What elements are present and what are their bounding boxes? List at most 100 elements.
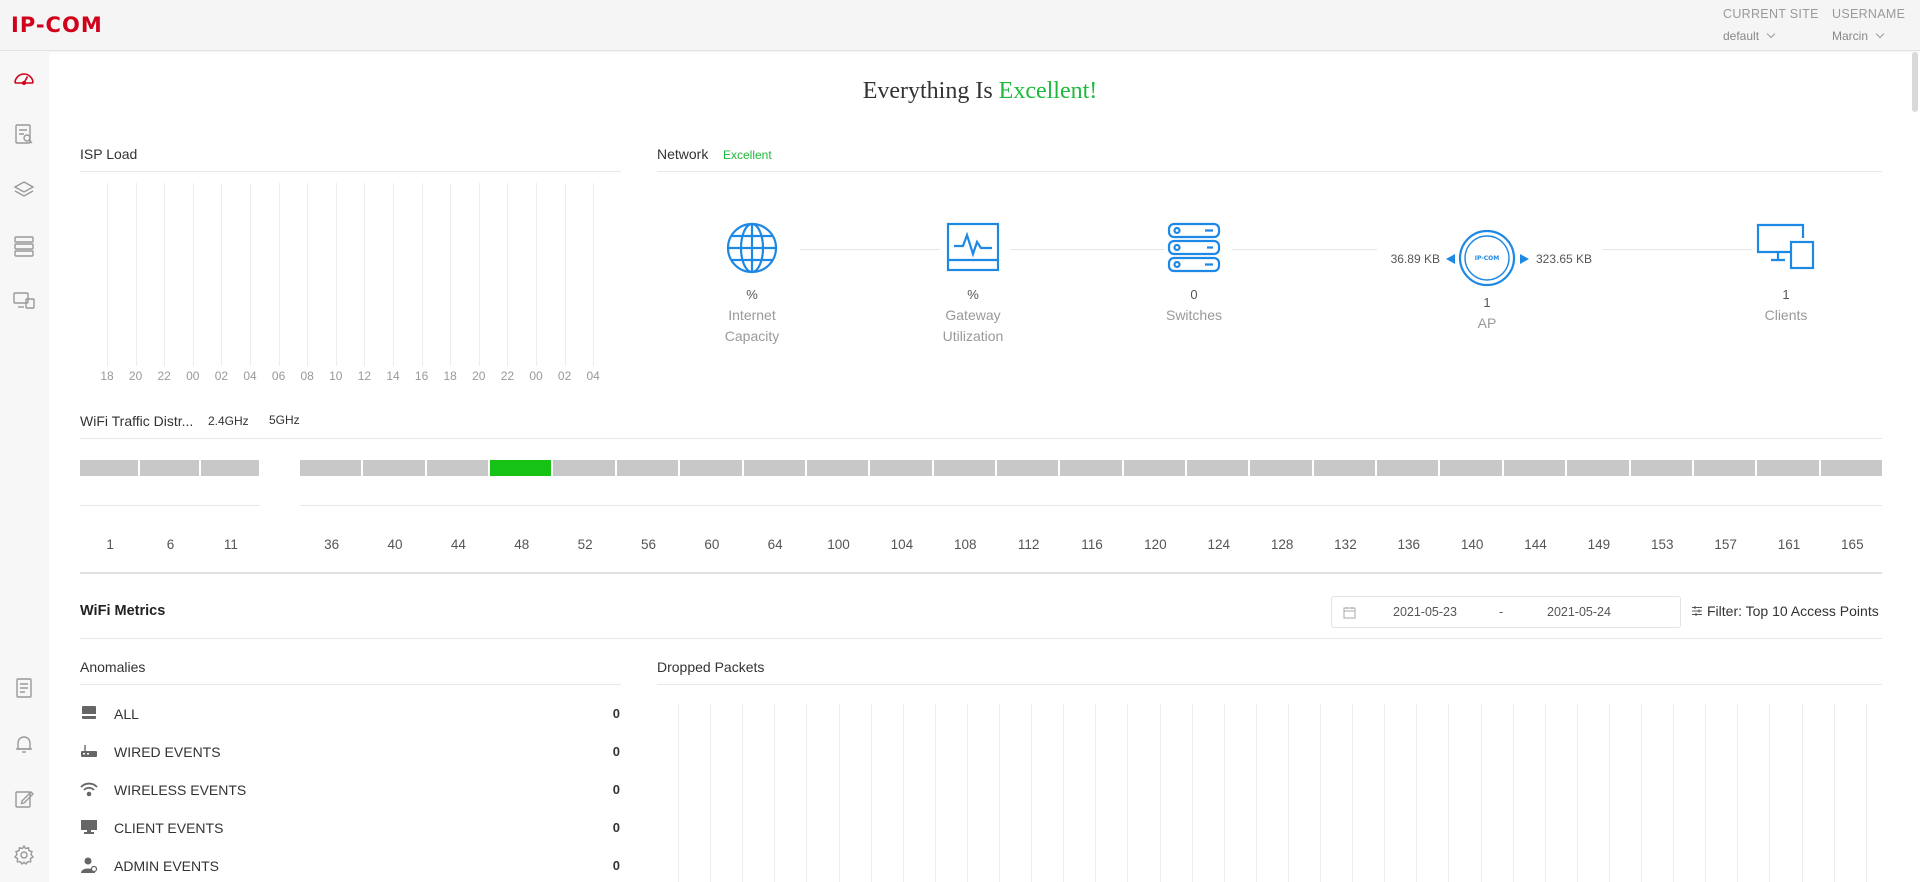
ap-upload-traffic: 36.89 KB (1380, 252, 1440, 266)
channel-bar-48[interactable] (490, 460, 552, 476)
dropped-packets-gridline (1416, 704, 1418, 882)
dashboard-icon[interactable] (12, 67, 36, 91)
channel-bar-153[interactable] (1630, 460, 1692, 476)
anomaly-row-all[interactable]: ALL 0 (80, 703, 620, 725)
channel-bar-36[interactable] (300, 460, 362, 476)
channel-bar-132[interactable] (1313, 460, 1376, 476)
channel-bar-124[interactable] (1187, 460, 1249, 476)
channel-label-48: 48 (514, 537, 530, 552)
settings-gear-icon[interactable] (12, 843, 36, 867)
anomalies-title: Anomalies (80, 659, 146, 675)
gateway-pulse-icon (946, 222, 1000, 272)
gateway-value: % (967, 287, 979, 302)
anomaly-label: ALL (114, 706, 139, 722)
channel-bar-108[interactable] (933, 460, 995, 476)
channel-bar-11[interactable] (200, 460, 259, 476)
channel-bar-116[interactable] (1060, 460, 1122, 476)
channel-bar-100[interactable] (806, 460, 869, 476)
statistics-icon[interactable] (12, 122, 36, 146)
clients-icon[interactable] (12, 289, 36, 313)
isp-load-tick-label: 10 (329, 369, 343, 383)
channel-bar-157[interactable] (1693, 460, 1756, 476)
dropped-packets-gridline (1480, 704, 1482, 882)
isp-load-tick-label: 16 (414, 369, 429, 383)
wifi-icon (80, 782, 98, 797)
channel-bar-144[interactable] (1503, 460, 1566, 476)
channel-bar-165[interactable] (1820, 460, 1882, 476)
date-to[interactable]: 2021-05-24 (1547, 605, 1611, 619)
wifi-traffic-bottom-divider (80, 572, 1882, 574)
isp-load-gridline (135, 183, 137, 366)
ip-com-logo[interactable]: IP-COM (11, 13, 103, 37)
wifi-traffic-title: WiFi Traffic Distr... (80, 413, 194, 429)
channel-bar-44[interactable] (426, 460, 489, 476)
username-selector[interactable]: USERNAME Marcin (1832, 7, 1905, 43)
channel-bar-6[interactable] (140, 460, 199, 476)
alarm-bell-icon[interactable] (12, 732, 36, 756)
channel-bar-136[interactable] (1377, 460, 1439, 476)
dropped-packets-gridline (1769, 704, 1771, 882)
devices-icon[interactable] (12, 234, 36, 258)
channel-bar-1[interactable] (80, 460, 139, 476)
channel-bar-161[interactable] (1757, 460, 1819, 476)
dropped-packets-gridline (774, 704, 776, 882)
date-from[interactable]: 2021-05-23 (1393, 605, 1457, 619)
channel-bar-140[interactable] (1440, 460, 1502, 476)
anomaly-count: 0 (612, 858, 620, 873)
isp-load-tick-label: 04 (243, 369, 257, 383)
anomaly-row-admin[interactable]: ADMIN EVENTS 0 (80, 855, 620, 877)
isp-load-tick-label: 18 (443, 369, 457, 383)
current-site-selector[interactable]: CURRENT SITE default (1723, 7, 1819, 43)
channel-label-161: 161 (1777, 537, 1801, 552)
layers-icon[interactable] (12, 178, 36, 202)
filter-button[interactable]: Filter: Top 10 Access Points (1691, 603, 1879, 619)
date-range-picker[interactable]: 2021-05-23 - 2021-05-24 (1331, 596, 1681, 628)
edit-icon[interactable] (12, 787, 36, 811)
isp-load-tick-label: 20 (128, 369, 143, 383)
dropped-packets-gridline (1608, 704, 1610, 882)
internet-node[interactable]: % Internet Capacity (702, 222, 802, 347)
tab-5ghz[interactable]: 5GHz (269, 413, 300, 427)
dropped-packets-gridline (1352, 704, 1354, 882)
dropped-packets-gridline (1673, 704, 1675, 882)
clients-node[interactable]: 1 Clients (1736, 222, 1836, 326)
channel-bar-40[interactable] (363, 460, 425, 476)
anomaly-row-wireless[interactable]: WIRELESS EVENTS 0 (80, 779, 620, 801)
isp-load-gridline (278, 183, 280, 366)
ap-node[interactable]: IP-COM 1 AP (1447, 229, 1527, 334)
scrollbar[interactable] (1912, 52, 1918, 112)
channel-bar-104[interactable] (870, 460, 932, 476)
filter-sliders-icon (1692, 606, 1702, 616)
dropped-packets-gridline (870, 704, 872, 882)
channel-label-104: 104 (890, 537, 914, 552)
channel-bar-56[interactable] (616, 460, 679, 476)
channel-bar-149[interactable] (1567, 460, 1629, 476)
ap-label: AP (1477, 315, 1497, 331)
isp-load-gridline (507, 183, 509, 366)
log-icon[interactable] (12, 676, 36, 700)
dropped-packets-gridline (1801, 704, 1803, 882)
isp-load-gridline (192, 183, 194, 366)
channel-bar-52[interactable] (553, 460, 615, 476)
gateway-node[interactable]: % Gateway Utilization (923, 222, 1023, 347)
switches-value: 0 (1190, 287, 1198, 302)
channel-bar-60[interactable] (680, 460, 742, 476)
date-separator: - (1499, 605, 1504, 619)
anomaly-row-client[interactable]: CLIENT EVENTS 0 (80, 817, 620, 839)
tab-2-4ghz[interactable]: 2.4GHz (208, 414, 249, 428)
channel-bar-128[interactable] (1250, 460, 1312, 476)
channel-bar-64[interactable] (743, 460, 805, 476)
anomaly-row-wired[interactable]: WIRED EVENTS 0 (80, 741, 620, 763)
globe-icon (726, 222, 778, 274)
isp-load-gridline (478, 183, 480, 366)
link-line (800, 249, 940, 250)
switches-node[interactable]: 0 Switches (1144, 222, 1244, 326)
isp-load-tick-label: 22 (500, 369, 515, 383)
channel-label-136: 136 (1397, 537, 1421, 552)
channel-label-1: 1 (106, 537, 114, 552)
channel-bar-120[interactable] (1123, 460, 1186, 476)
isp-load-gridline (335, 183, 337, 366)
channel-label-165: 165 (1841, 537, 1864, 552)
isp-load-gridline (221, 183, 223, 366)
channel-bar-112[interactable] (996, 460, 1059, 476)
